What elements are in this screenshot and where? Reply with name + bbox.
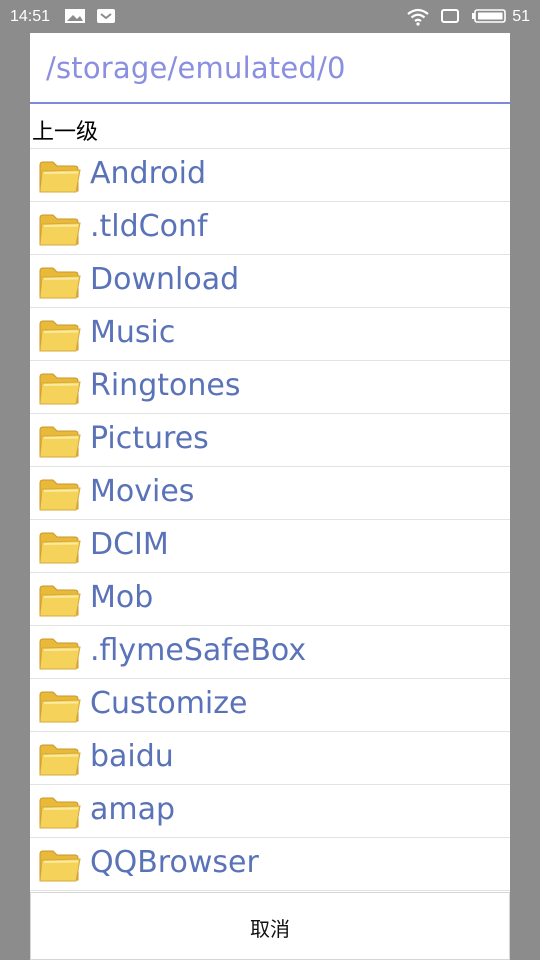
folder-row[interactable]: Customize <box>30 679 510 732</box>
parent-directory-label: 上一级 <box>32 120 99 145</box>
folder-name: Movies <box>90 474 195 509</box>
folder-name: amap <box>90 792 176 827</box>
folder-name: baidu <box>90 739 174 774</box>
folder-row[interactable]: Pictures <box>30 414 510 467</box>
folder-icon <box>38 210 82 248</box>
folder-name: Mob <box>90 580 154 615</box>
folder-row[interactable]: baidu <box>30 732 510 785</box>
screen-icon <box>440 8 460 29</box>
parent-directory-row[interactable]: 上一级 <box>30 104 510 149</box>
folder-name: Ringtones <box>90 368 241 403</box>
folder-row[interactable]: Android <box>30 149 510 202</box>
folder-name: DCIM <box>90 527 169 562</box>
battery-level: 51 <box>512 8 530 25</box>
folder-name: Android <box>90 156 206 191</box>
path-field[interactable]: /storage/emulated/0 <box>30 33 510 104</box>
folder-name: Customize <box>90 686 248 721</box>
status-time: 14:51 <box>10 8 51 25</box>
folder-row[interactable]: amap <box>30 785 510 838</box>
folder-row[interactable]: Movies <box>30 467 510 520</box>
folder-name: Pictures <box>90 421 209 456</box>
folder-row[interactable]: Ringtones <box>30 361 510 414</box>
folder-name: .flymeSafeBox <box>90 633 307 668</box>
folder-icon <box>38 581 82 619</box>
folder-row[interactable]: Mob <box>30 573 510 626</box>
cancel-label: 取消 <box>250 917 290 941</box>
folder-icon <box>38 316 82 354</box>
folder-icon <box>38 369 82 407</box>
wifi-icon <box>406 8 430 31</box>
folder-list: Android .tldConf Download Music Ringtones Pic… <box>30 149 510 892</box>
status-bar: 14:51 51 <box>0 0 540 33</box>
battery-icon <box>472 8 508 29</box>
folder-name: .tldConf <box>90 209 208 244</box>
folder-name: Download <box>90 262 240 297</box>
folder-icon <box>38 263 82 301</box>
photo-notification-icon <box>64 8 86 29</box>
folder-row[interactable]: Download <box>30 255 510 308</box>
folder-icon <box>38 634 82 672</box>
current-path: /storage/emulated/0 <box>46 51 346 85</box>
folder-row[interactable]: Music <box>30 308 510 361</box>
folder-icon <box>38 687 82 725</box>
folder-icon <box>38 422 82 460</box>
folder-icon <box>38 475 82 513</box>
folder-name: Music <box>90 315 176 350</box>
cancel-button[interactable]: 取消 <box>30 892 510 960</box>
folder-icon <box>38 157 82 195</box>
security-icon <box>96 8 116 29</box>
folder-icon <box>38 793 82 831</box>
folder-row[interactable]: .flymeSafeBox <box>30 626 510 679</box>
folder-picker-dialog: /storage/emulated/0 上一级 Android .tldConf D… <box>30 33 510 960</box>
folder-row[interactable]: QQBrowser <box>30 838 510 891</box>
folder-icon <box>38 740 82 778</box>
folder-icon <box>38 528 82 566</box>
folder-name: QQBrowser <box>90 845 259 880</box>
folder-icon <box>38 846 82 884</box>
folder-row[interactable]: DCIM <box>30 520 510 573</box>
folder-row[interactable]: .tldConf <box>30 202 510 255</box>
